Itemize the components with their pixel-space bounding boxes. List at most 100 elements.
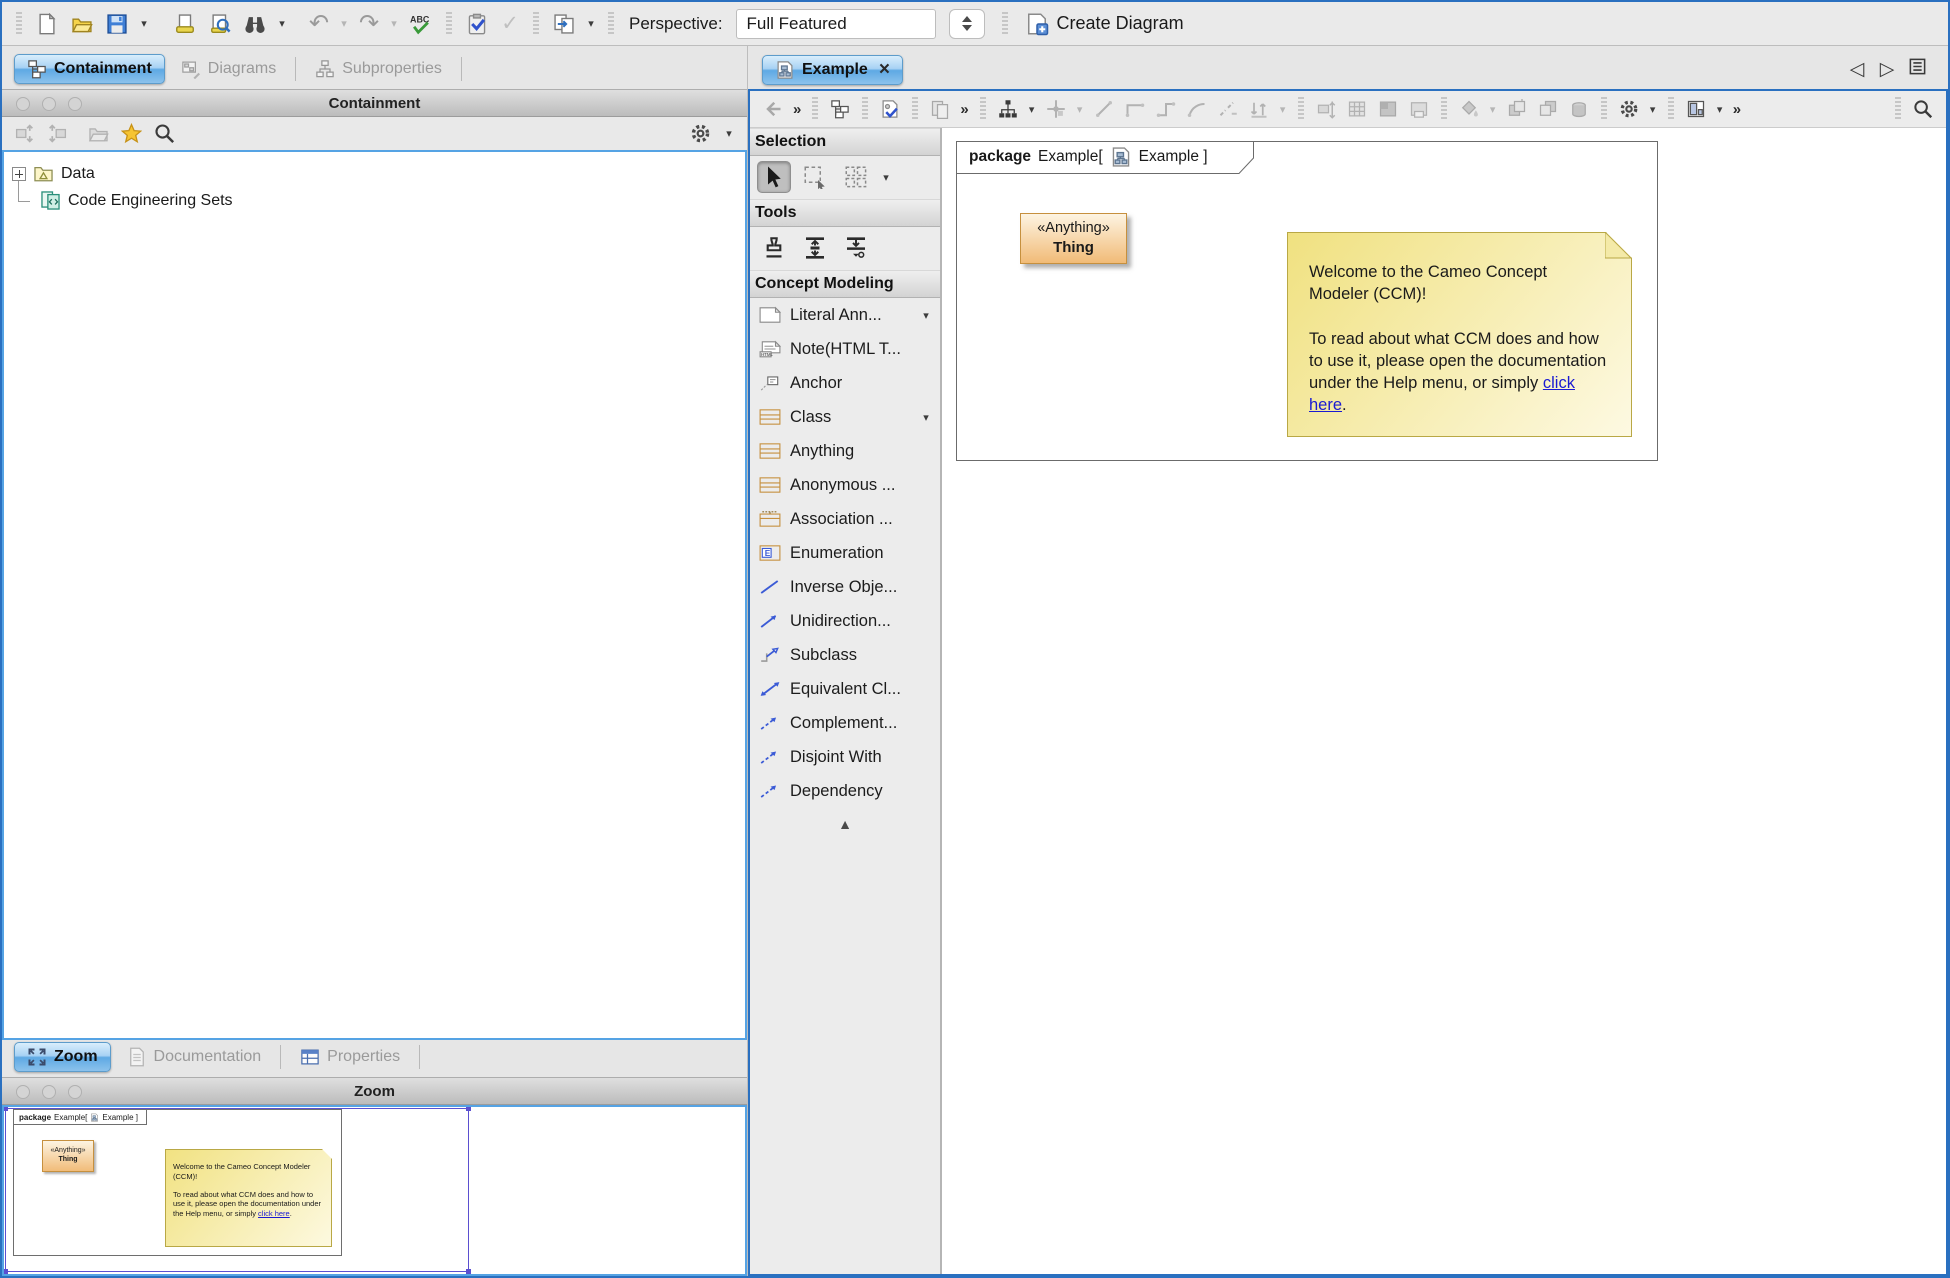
welcome-note[interactable]: Welcome to the Cameo Concept Modeler (CC… (1287, 232, 1632, 437)
overflow-chevron[interactable]: » (793, 101, 801, 118)
distribute-tool-button[interactable] (798, 232, 832, 264)
spell-check-button[interactable] (407, 10, 435, 38)
show-note-button[interactable] (1406, 96, 1432, 122)
viewport-handle[interactable] (466, 1269, 471, 1274)
toolbar-grip[interactable] (16, 12, 22, 36)
palette-section-tools[interactable]: Tools (750, 199, 940, 227)
collapse-all-icon[interactable] (14, 123, 35, 144)
multi-select-button[interactable] (839, 161, 873, 193)
format-painter-button[interactable] (1566, 96, 1592, 122)
toolbar-grip[interactable] (1668, 97, 1674, 121)
toolbar-grip[interactable] (533, 12, 539, 36)
window-layout-dropdown[interactable]: ▾ (1714, 103, 1726, 116)
save-button[interactable] (103, 10, 131, 38)
tab-containment[interactable]: Containment (14, 54, 165, 84)
select-cursor-button[interactable] (757, 161, 791, 193)
item-dropdown[interactable]: ▾ (920, 309, 932, 322)
viewport-handle[interactable] (466, 1106, 471, 1111)
palette-item-association-class[interactable]: Association ... (750, 502, 940, 536)
viewport-handle[interactable] (3, 1106, 8, 1111)
find-button[interactable] (241, 10, 269, 38)
fill-color-dropdown[interactable]: ▾ (1487, 103, 1499, 116)
search-icon[interactable] (154, 123, 175, 144)
palette-item-inverse-object-property[interactable]: Inverse Obje... (750, 570, 940, 604)
panel-dot[interactable] (68, 1085, 82, 1099)
item-dropdown[interactable]: ▾ (920, 411, 932, 424)
palette-item-complement-of[interactable]: Complement... (750, 706, 940, 740)
perspective-stepper[interactable] (949, 9, 985, 39)
perspective-field[interactable]: Full Featured (736, 9, 936, 39)
expand-icon[interactable] (12, 167, 26, 181)
overflow-chevron[interactable]: » (960, 101, 968, 118)
undo-dropdown[interactable]: ▾ (338, 17, 350, 30)
line-style-bent-button[interactable] (1153, 96, 1179, 122)
line-style-rectilinear-button[interactable] (1122, 96, 1148, 122)
swap-ends-button[interactable] (1246, 96, 1272, 122)
marquee-select-button[interactable] (798, 161, 832, 193)
tree-label[interactable]: Data (61, 165, 95, 183)
toolbar-grip[interactable] (1441, 97, 1447, 121)
overflow-chevron[interactable]: » (1733, 101, 1741, 118)
anything-thing-class[interactable]: «Anything» Thing (1020, 213, 1127, 264)
stamp-tool-button[interactable] (757, 232, 791, 264)
open-project-button[interactable] (68, 10, 96, 38)
line-style-oblique-button[interactable] (1091, 96, 1117, 122)
tree-row-data[interactable]: Data (12, 160, 745, 187)
show-grid-button[interactable] (1344, 96, 1370, 122)
save-dropdown[interactable]: ▾ (138, 17, 150, 30)
containment-tree[interactable]: Data Code Engineering Sets (2, 150, 747, 1040)
palette-item-anchor[interactable]: Anchor (750, 366, 940, 400)
toolbar-grip[interactable] (812, 97, 818, 121)
prev-tab-button[interactable]: ◁ (1842, 58, 1872, 81)
palette-item-equivalent-class[interactable]: Equivalent Cl... (750, 672, 940, 706)
window-layout-button[interactable] (1683, 96, 1709, 122)
favorites-star-icon[interactable] (121, 123, 142, 144)
commit-check-button[interactable]: ✓ (498, 11, 522, 36)
zoom-preview-panel[interactable]: package Example[ Example ] «Anything» Th… (2, 1105, 747, 1276)
tree-label[interactable]: Code Engineering Sets (68, 192, 233, 210)
palette-item-note-html[interactable]: Note(HTML T... (750, 332, 940, 366)
toolbar-grip[interactable] (1895, 97, 1901, 121)
palette-item-anonymous-class[interactable]: Anonymous ... (750, 468, 940, 502)
next-tab-button[interactable]: ▷ (1872, 58, 1902, 81)
update-project-dropdown[interactable]: ▾ (585, 17, 597, 30)
line-style-curved-button[interactable] (1184, 96, 1210, 122)
validate-button[interactable] (463, 10, 491, 38)
tree-row-code-engineering[interactable]: Code Engineering Sets (12, 187, 745, 214)
palette-item-literal-annotation[interactable]: Literal Ann... ▾ (750, 298, 940, 332)
viewport-handle[interactable] (3, 1269, 8, 1274)
panel-dot[interactable] (42, 97, 56, 111)
redo-dropdown[interactable]: ▾ (388, 17, 400, 30)
palette-item-disjoint-with[interactable]: Disjoint With (750, 740, 940, 774)
panel-dot[interactable] (16, 1085, 30, 1099)
diagram-canvas[interactable]: package Example[ Example ] «Anything» Th… (942, 128, 1946, 1274)
toolbar-grip[interactable] (1002, 12, 1008, 36)
back-button[interactable] (760, 96, 786, 122)
fill-color-button[interactable] (1456, 96, 1482, 122)
redo-button[interactable]: ↷ (357, 9, 381, 38)
tab-documentation[interactable]: Documentation (115, 1042, 274, 1072)
validate-diagram-button[interactable] (877, 96, 903, 122)
new-file-button[interactable] (33, 10, 61, 38)
toolbar-grip[interactable] (980, 97, 986, 121)
bring-forward-button[interactable] (1504, 96, 1530, 122)
compress-tool-button[interactable] (839, 232, 873, 264)
tab-zoom[interactable]: Zoom (14, 1042, 111, 1072)
tab-subproperties[interactable]: Subproperties (303, 54, 454, 84)
palette-item-class[interactable]: Class ▾ (750, 400, 940, 434)
toolbar-grip[interactable] (608, 12, 614, 36)
resize-to-fit-button[interactable] (1313, 96, 1339, 122)
palette-item-dependency[interactable]: Dependency (750, 774, 940, 808)
open-in-new-icon[interactable] (88, 123, 109, 144)
panel-dot[interactable] (16, 97, 30, 111)
palette-item-subclass[interactable]: Subclass (750, 638, 940, 672)
panel-dot[interactable] (68, 97, 82, 111)
palette-scroll-up[interactable]: ▲ (750, 808, 940, 832)
diagram-options-dropdown[interactable]: ▾ (1647, 103, 1659, 116)
diagram-options-button[interactable] (1616, 96, 1642, 122)
tab-example-diagram[interactable]: Example × (762, 55, 903, 85)
paste-button[interactable] (927, 96, 953, 122)
palette-item-unidirectional-property[interactable]: Unidirection... (750, 604, 940, 638)
update-project-button[interactable] (550, 10, 578, 38)
snap-grid-button[interactable] (1375, 96, 1401, 122)
